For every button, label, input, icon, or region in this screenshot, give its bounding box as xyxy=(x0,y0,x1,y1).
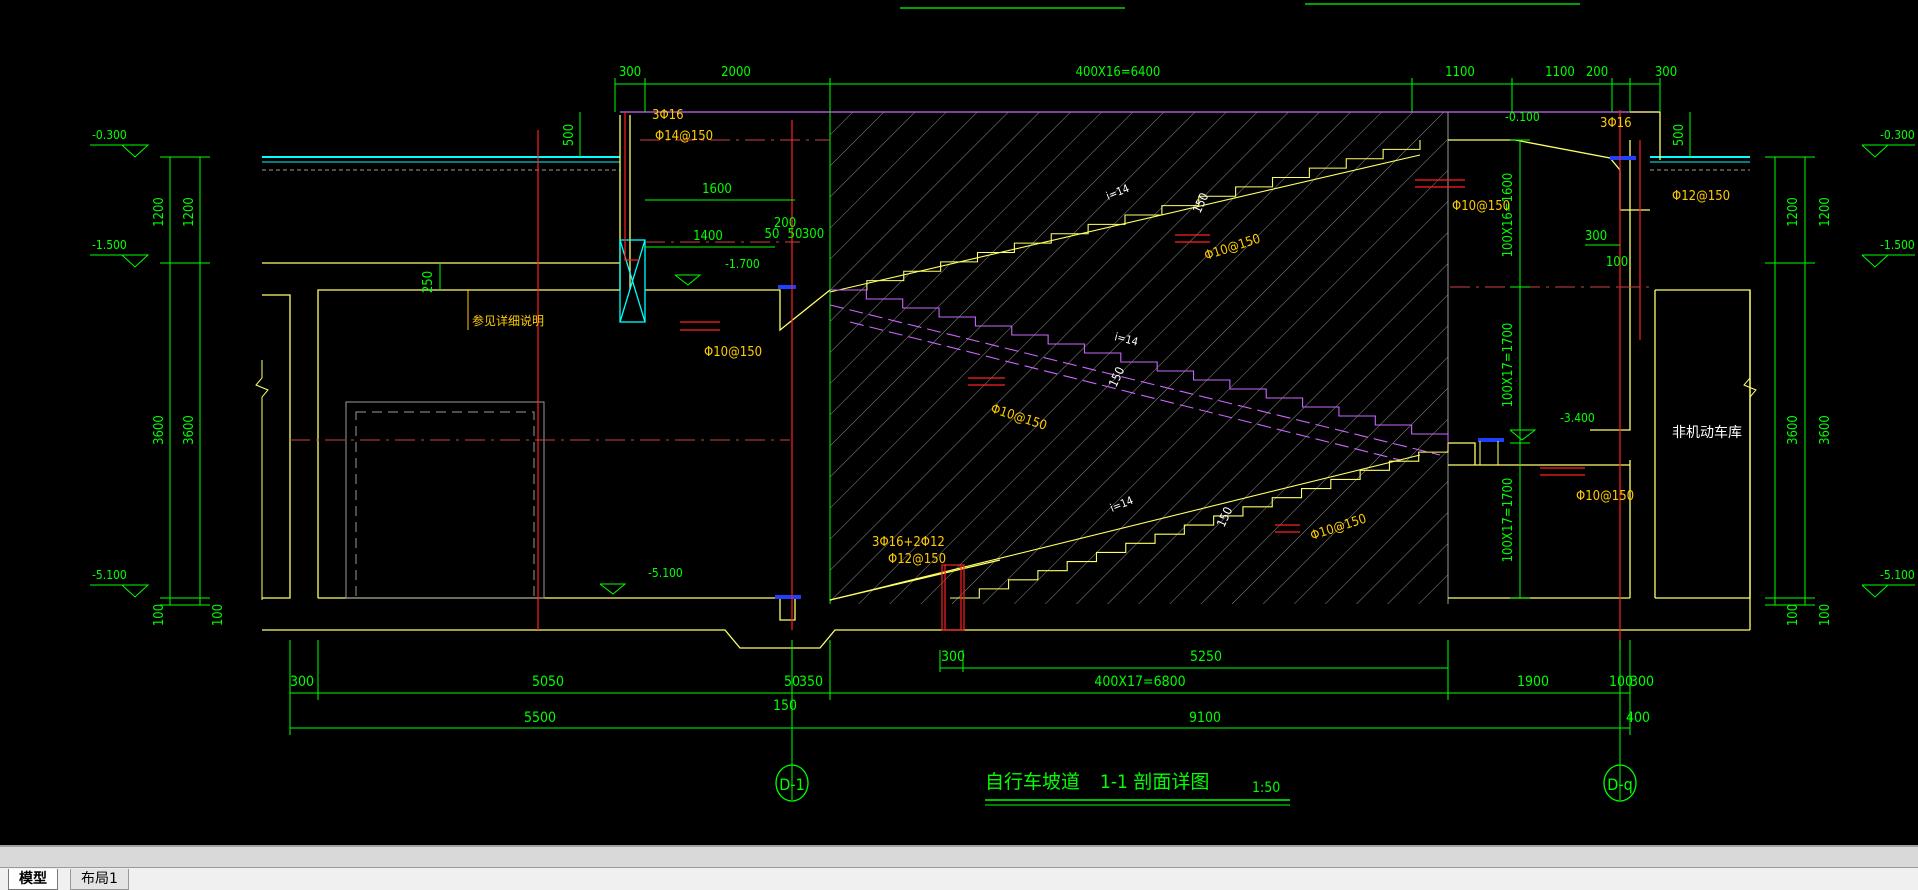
left-vertical-dimension-texts: 1200 1200 3600 3600 100 100 xyxy=(152,197,226,626)
svg-text:100X16=1600: 100X16=1600 xyxy=(1501,173,1516,258)
drawing-scale: 1:50 xyxy=(1252,780,1280,796)
svg-text:1200: 1200 xyxy=(1786,197,1801,227)
svg-text:400X17=6800: 400X17=6800 xyxy=(1094,674,1185,690)
svg-text:50: 50 xyxy=(784,674,800,690)
svg-text:-1.500: -1.500 xyxy=(92,238,127,252)
svg-text:400X16=6400: 400X16=6400 xyxy=(1076,65,1161,80)
svg-text:250: 250 xyxy=(421,271,436,293)
svg-text:300: 300 xyxy=(290,674,314,690)
svg-text:500: 500 xyxy=(562,124,577,146)
svg-text:3600: 3600 xyxy=(182,415,197,445)
svg-text:100: 100 xyxy=(1818,604,1833,626)
svg-text:Φ12@150: Φ12@150 xyxy=(888,552,946,567)
svg-text:5050: 5050 xyxy=(532,674,564,690)
svg-text:3600: 3600 xyxy=(152,415,167,445)
svg-text:-3.400: -3.400 xyxy=(1560,411,1595,425)
svg-text:100X17=1700: 100X17=1700 xyxy=(1501,478,1516,563)
bottom-dimension-texts-row2: 5500 150 9100 400 xyxy=(524,698,1650,726)
svg-text:3600: 3600 xyxy=(1818,415,1833,445)
svg-text:5500: 5500 xyxy=(524,710,556,726)
axis-label-left: D-1 xyxy=(779,775,804,794)
bottom-dimension-texts-row1: 300 5050 50 350 300 5250 400X17=6800 190… xyxy=(290,649,1654,690)
hatched-ramp-zone xyxy=(830,112,1448,604)
note-label: 参见详细说明 xyxy=(472,313,544,328)
tab-layout1[interactable]: 布局1 xyxy=(70,869,129,890)
svg-text:-1.500: -1.500 xyxy=(1880,238,1915,252)
svg-text:100: 100 xyxy=(152,604,167,626)
cyan-window xyxy=(619,239,646,323)
svg-text:300: 300 xyxy=(619,65,641,80)
svg-text:350: 350 xyxy=(799,674,823,690)
svg-text:1600: 1600 xyxy=(702,182,732,197)
svg-text:1200: 1200 xyxy=(182,197,197,227)
svg-text:2000: 2000 xyxy=(721,65,751,80)
svg-text:3Φ16: 3Φ16 xyxy=(652,108,684,123)
svg-text:1100: 1100 xyxy=(1545,65,1575,80)
svg-text:-0.300: -0.300 xyxy=(92,128,127,142)
svg-text:-5.100: -5.100 xyxy=(1880,568,1915,582)
svg-text:200: 200 xyxy=(1586,65,1608,80)
cad-drawing-canvas[interactable]: D-1 D-q 自行车坡道 1-1 剖面详图 1:50 300 2000 400… xyxy=(0,0,1918,845)
svg-text:Φ10@150: Φ10@150 xyxy=(1576,489,1634,504)
svg-text:1200: 1200 xyxy=(1818,197,1833,227)
layout-tab-bar: 模型 布局1 xyxy=(0,845,1918,890)
garage-door xyxy=(345,401,545,599)
title-block: 自行车坡道 1-1 剖面详图 1:50 xyxy=(985,771,1290,806)
svg-text:300: 300 xyxy=(941,649,965,665)
svg-text:1900: 1900 xyxy=(1517,674,1549,690)
svg-text:-0.100: -0.100 xyxy=(1505,110,1540,124)
tab-bar-strip xyxy=(0,847,1918,868)
svg-text:300: 300 xyxy=(802,227,824,242)
svg-text:9100: 9100 xyxy=(1189,710,1221,726)
svg-text:Φ10@150: Φ10@150 xyxy=(704,345,762,360)
svg-text:300: 300 xyxy=(1655,65,1677,80)
svg-text:500: 500 xyxy=(1672,124,1687,146)
right-vertical-dimension-texts: 1200 1200 3600 3600 100 100 xyxy=(1786,197,1833,626)
svg-text:100: 100 xyxy=(1786,604,1801,626)
svg-text:300: 300 xyxy=(1630,674,1654,690)
drawing-title: 自行车坡道 xyxy=(985,771,1080,793)
svg-text:-1.700: -1.700 xyxy=(725,257,760,271)
svg-text:50: 50 xyxy=(765,227,780,242)
svg-text:-0.300: -0.300 xyxy=(1880,128,1915,142)
svg-text:Φ14@150: Φ14@150 xyxy=(655,129,713,144)
svg-text:-5.100: -5.100 xyxy=(92,568,127,582)
room-label: 非机动车库 xyxy=(1672,424,1742,441)
svg-text:-5.100: -5.100 xyxy=(648,566,683,580)
svg-text:400: 400 xyxy=(1626,710,1650,726)
svg-text:Φ12@150: Φ12@150 xyxy=(1672,189,1730,204)
stair-vertical-dimension-texts: 100X16=1600 100X17=1700 100X17=1700 xyxy=(1501,173,1516,563)
tab-model[interactable]: 模型 xyxy=(8,869,58,890)
svg-text:50: 50 xyxy=(788,227,803,242)
svg-text:Φ10@150: Φ10@150 xyxy=(1452,199,1510,214)
axis-label-right: D-q xyxy=(1607,775,1632,794)
svg-text:1400: 1400 xyxy=(693,229,723,244)
svg-text:100: 100 xyxy=(211,604,226,626)
svg-text:1100: 1100 xyxy=(1445,65,1475,80)
svg-text:3600: 3600 xyxy=(1786,415,1801,445)
top-dimension-texts: 300 2000 400X16=6400 1100 1100 200 300 xyxy=(619,65,1677,80)
svg-text:5250: 5250 xyxy=(1190,649,1222,665)
svg-text:150: 150 xyxy=(773,698,797,714)
svg-text:100: 100 xyxy=(1606,255,1628,270)
svg-text:1200: 1200 xyxy=(152,197,167,227)
svg-text:3Φ16: 3Φ16 xyxy=(1600,116,1632,131)
svg-text:3Φ16+2Φ12: 3Φ16+2Φ12 xyxy=(872,535,945,550)
svg-text:300: 300 xyxy=(1585,229,1607,244)
section-label: 1-1 剖面详图 xyxy=(1100,771,1209,793)
svg-text:100X17=1700: 100X17=1700 xyxy=(1501,323,1516,408)
